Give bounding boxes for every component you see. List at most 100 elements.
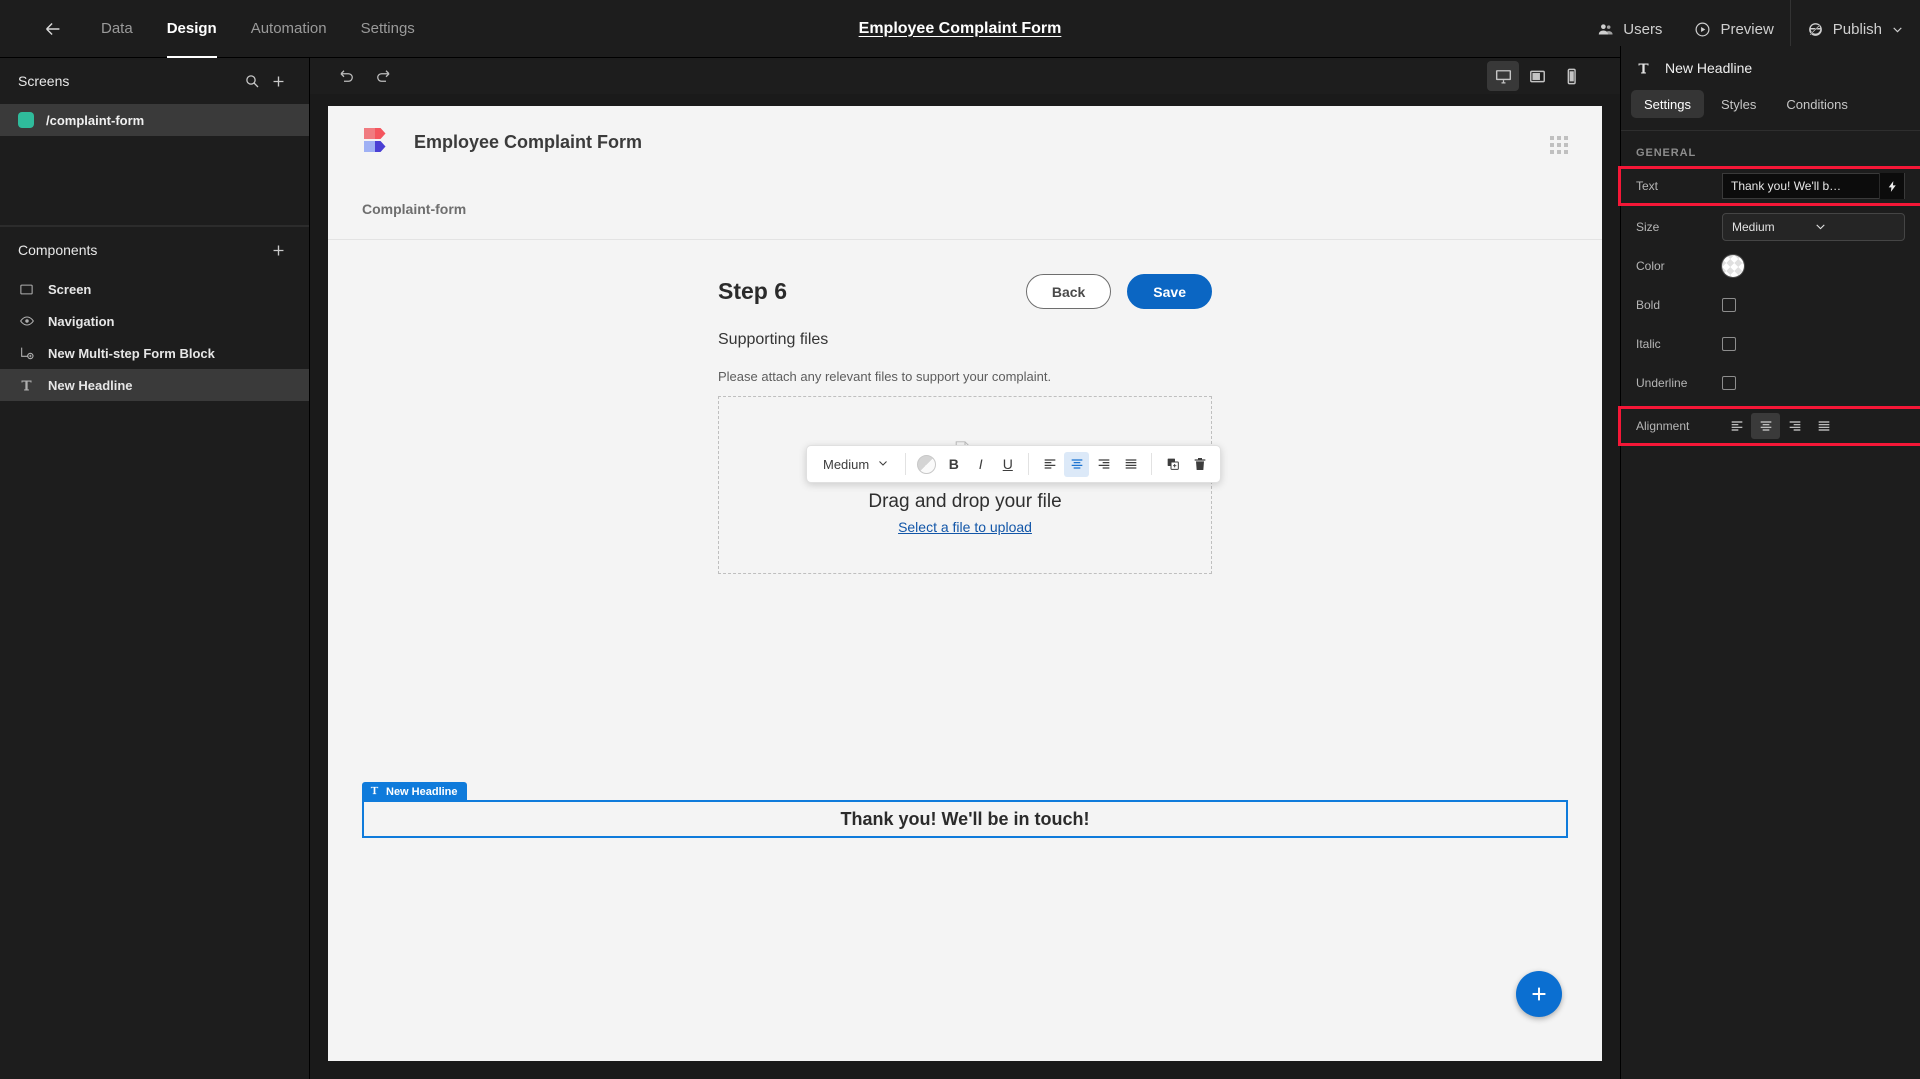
nav-tab-automation-label: Automation [250, 20, 327, 37]
back-arrow-icon[interactable] [36, 12, 70, 46]
component-label: Navigation [48, 313, 115, 329]
desktop-icon[interactable] [1487, 61, 1519, 91]
format-bold-button[interactable]: B [941, 452, 966, 477]
nav-tab-settings-label: Settings [360, 20, 415, 37]
align-right-icon[interactable] [1091, 452, 1116, 477]
component-item-new-headline[interactable]: New Headline [0, 369, 309, 401]
text-input-value: Thank you! We'll b… [1731, 179, 1842, 193]
step-title: Step 6 [718, 278, 788, 304]
bold-checkbox[interactable] [1722, 297, 1736, 312]
mobile-icon[interactable] [1555, 61, 1587, 91]
main-nav-tabs: Data Design Automation Settings [84, 0, 432, 58]
align-left-icon[interactable] [1722, 413, 1751, 439]
format-separator [1028, 453, 1030, 475]
component-item-screen[interactable]: Screen [0, 273, 309, 305]
property-label-bold: Bold [1636, 297, 1661, 312]
search-icon[interactable] [239, 68, 265, 94]
trash-icon[interactable] [1187, 452, 1212, 477]
save-button[interactable]: Save [1127, 274, 1212, 309]
file-dropzone[interactable]: Drag and drop your file Select a file to… [718, 396, 1212, 574]
add-screen-icon[interactable] [265, 68, 291, 94]
redo-icon[interactable] [368, 61, 398, 91]
add-component-fab[interactable] [1516, 971, 1562, 1017]
sidebar-screen-complaint-form[interactable]: /complaint-form [0, 104, 309, 136]
component-item-multistep-form-block[interactable]: New Multi-step Form Block [0, 337, 309, 369]
screens-title: Screens [18, 73, 70, 89]
italic-checkbox[interactable] [1722, 336, 1736, 351]
nav-tab-settings[interactable]: Settings [344, 0, 432, 58]
back-button[interactable]: Back [1025, 274, 1112, 309]
inline-format-toolbar: Medium B I U [806, 445, 1222, 483]
right-panel-tabs: Settings Styles Conditions [1621, 90, 1920, 130]
underline-checkbox[interactable] [1722, 375, 1736, 390]
add-component-icon[interactable] [265, 237, 291, 263]
property-row-bold: Bold [1621, 288, 1920, 321]
property-row-alignment: Alignment [1618, 406, 1920, 446]
format-underline-button[interactable]: U [995, 452, 1020, 477]
size-select[interactable]: Medium [1722, 212, 1905, 241]
property-row-italic: Italic [1621, 327, 1920, 360]
nav-tab-data[interactable]: Data [84, 0, 150, 58]
align-justify-icon[interactable] [1809, 413, 1838, 439]
preview-label: Preview [1720, 20, 1774, 38]
users-icon [1597, 21, 1614, 38]
format-size-select[interactable]: Medium [815, 451, 897, 477]
property-row-size: Size Medium [1621, 210, 1920, 243]
component-label: Screen [48, 281, 92, 297]
form-block-icon [18, 345, 35, 361]
property-row-text: Text Thank you! We'll b… [1618, 166, 1920, 206]
budibase-logo [362, 124, 398, 160]
format-color-button[interactable] [914, 452, 939, 477]
drag-grid-icon[interactable] [1550, 136, 1568, 154]
property-label-text: Text [1636, 179, 1659, 193]
tab-conditions[interactable]: Conditions [1773, 90, 1860, 118]
align-center-icon[interactable] [1751, 413, 1780, 439]
tab-styles[interactable]: Styles [1708, 90, 1769, 118]
text-input[interactable]: Thank you! We'll b… [1722, 173, 1905, 199]
selected-headline-component[interactable]: New Headline Thank you! We'll be in touc… [362, 782, 1568, 838]
text-icon [1636, 61, 1651, 76]
save-button-label: Save [1153, 283, 1186, 300]
component-item-navigation[interactable]: Navigation [0, 305, 309, 337]
italic-icon: I [978, 456, 983, 472]
undo-icon[interactable] [332, 61, 362, 91]
components-header: Components [0, 227, 309, 273]
lightning-icon[interactable] [1879, 173, 1904, 199]
property-row-color: Color [1621, 249, 1920, 282]
dropzone-title: Drag and drop your file [868, 490, 1062, 512]
select-file-link[interactable]: Select a file to upload [898, 519, 1032, 535]
screen-status-dot [18, 112, 34, 128]
align-center-icon[interactable] [1064, 451, 1090, 477]
duplicate-icon[interactable] [1160, 452, 1185, 477]
underline-icon: U [1002, 456, 1013, 472]
text-icon [369, 785, 380, 799]
breadcrumb-label: Complaint-form [362, 200, 467, 217]
property-row-underline: Underline [1621, 366, 1920, 399]
selection-tag-label: New Headline [386, 786, 458, 798]
format-italic-button[interactable]: I [968, 452, 993, 477]
right-sidebar: New Headline Settings Styles Conditions … [1618, 46, 1920, 1079]
screen-icon [18, 282, 35, 297]
color-picker-swatch[interactable] [1722, 254, 1744, 277]
general-section-label: GENERAL [1636, 147, 1697, 159]
align-justify-icon[interactable] [1118, 452, 1143, 477]
form-header: Employee Complaint Form [328, 106, 1602, 178]
chevron-down-icon [1814, 220, 1896, 233]
chevron-down-icon [1891, 23, 1904, 36]
nav-tab-design[interactable]: Design [150, 0, 234, 58]
tablet-icon[interactable] [1521, 61, 1553, 91]
nav-tab-automation[interactable]: Automation [234, 0, 344, 58]
tab-settings[interactable]: Settings [1631, 90, 1704, 118]
component-label: New Headline [48, 377, 133, 393]
property-label-alignment: Alignment [1636, 419, 1690, 433]
tab-settings-label: Settings [1644, 96, 1691, 112]
headline-text: Thank you! We'll be in touch! [840, 808, 1090, 829]
align-right-icon[interactable] [1780, 413, 1809, 439]
tab-styles-label: Styles [1720, 96, 1757, 112]
align-left-icon[interactable] [1037, 452, 1062, 477]
components-section: Components Screen Navigation New Multi-s… [0, 227, 309, 401]
property-label-size: Size [1636, 219, 1660, 234]
property-label-color: Color [1636, 258, 1665, 273]
section-description: Please attach any relevant files to supp… [718, 369, 1052, 384]
screens-empty-space [0, 136, 309, 226]
